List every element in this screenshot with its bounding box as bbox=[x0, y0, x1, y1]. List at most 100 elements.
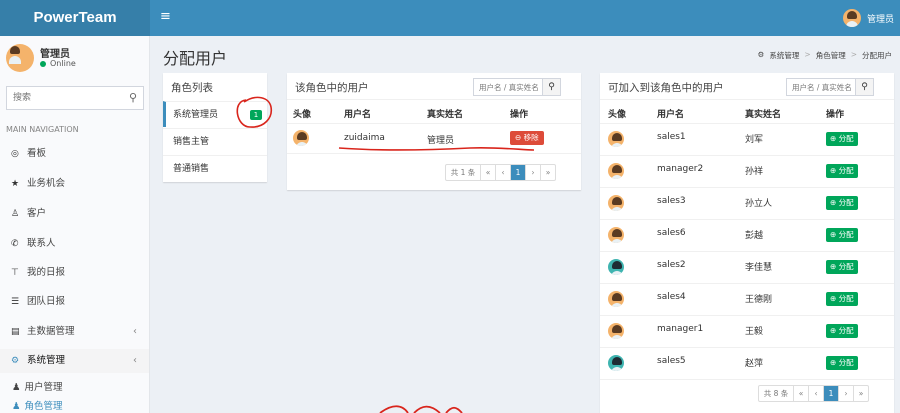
role-item[interactable]: 系统管理员 1 bbox=[163, 101, 267, 127]
list-icon: ☰ bbox=[11, 297, 20, 307]
sidebar-item[interactable]: ♙ 客户 bbox=[0, 202, 149, 226]
divider bbox=[287, 153, 581, 154]
assign-button[interactable]: ⊕ 分配 bbox=[826, 132, 858, 146]
sidebar-item[interactable]: ⚙ 系统管理 ‹ bbox=[0, 349, 149, 373]
username-cell: sales6 bbox=[657, 228, 686, 238]
column-header: 用户名 bbox=[657, 110, 685, 120]
assign-button[interactable]: ⊕ 分配 bbox=[826, 164, 858, 178]
pagination: 共 8 条 « ‹ 1 › » bbox=[758, 385, 869, 402]
remove-button[interactable]: ⊖ 移除 bbox=[510, 131, 544, 145]
last-page-button[interactable]: » bbox=[853, 386, 868, 401]
realname-cell: 管理员 bbox=[427, 136, 455, 146]
realname-cell: 李佳慧 bbox=[745, 263, 773, 273]
sidebar-item-label: 系统管理 bbox=[27, 355, 66, 366]
avatar bbox=[608, 259, 624, 275]
sidebar-item-label: 客户 bbox=[27, 208, 47, 219]
search-icon[interactable]: ⚲ bbox=[129, 91, 137, 104]
breadcrumb-item[interactable]: 角色管理 bbox=[816, 50, 846, 61]
column-header: 头像 bbox=[608, 110, 627, 120]
divider bbox=[600, 187, 894, 188]
sidebar-item[interactable]: ▤ 主数据管理 ‹ bbox=[0, 320, 149, 344]
sidebar-subitem[interactable]: ♟ 用户管理 bbox=[12, 380, 63, 396]
assign-button[interactable]: ⊕ 分配 bbox=[826, 196, 858, 210]
in-role-box: 该角色中的用户 ⚲ 头像 用户名 真实姓名 操作 zuidaima 管理员 ⊖ … bbox=[287, 73, 581, 190]
assign-button[interactable]: ⊕ 分配 bbox=[826, 324, 858, 338]
breadcrumb-separator: > bbox=[850, 50, 857, 59]
avatar bbox=[608, 355, 624, 371]
nav-header: MAIN NAVIGATION bbox=[6, 125, 79, 134]
users-icon: ♙ bbox=[11, 209, 20, 219]
divider bbox=[600, 347, 894, 348]
star-icon: ★ bbox=[11, 179, 20, 189]
search-icon[interactable]: ⚲ bbox=[542, 79, 560, 95]
divider bbox=[600, 251, 894, 252]
menu-toggle-icon[interactable]: ≡ bbox=[160, 9, 174, 25]
page-button[interactable]: 1 bbox=[823, 386, 838, 401]
sidebar-item[interactable]: ★ 业务机会 bbox=[0, 172, 149, 196]
assign-button[interactable]: ⊕ 分配 bbox=[826, 260, 858, 274]
divider bbox=[600, 379, 894, 380]
breadcrumb-item[interactable]: 系统管理 bbox=[769, 50, 799, 61]
avatar bbox=[6, 44, 34, 72]
cogs-icon: ⚙ bbox=[757, 50, 765, 59]
sidebar-subitem-label: 用户管理 bbox=[24, 382, 63, 393]
sidebar-search: ⚲ bbox=[6, 86, 144, 110]
last-page-button[interactable]: » bbox=[540, 165, 555, 180]
user-icon: ♟ bbox=[12, 382, 21, 393]
role-list-title: 角色列表 bbox=[171, 82, 213, 94]
sidebar-subitem[interactable]: ♟ 角色管理 bbox=[12, 399, 63, 413]
next-page-button[interactable]: › bbox=[525, 165, 540, 180]
first-page-button[interactable]: « bbox=[480, 165, 495, 180]
page-button[interactable]: 1 bbox=[510, 165, 525, 180]
divider bbox=[287, 123, 581, 124]
available-search-input[interactable] bbox=[787, 79, 855, 95]
realname-cell: 彭越 bbox=[745, 231, 764, 241]
sidebar-item-label: 联系人 bbox=[27, 238, 56, 249]
in-role-search: ⚲ bbox=[473, 78, 561, 96]
search-icon[interactable]: ⚲ bbox=[855, 79, 873, 95]
chevron-left-icon: ‹ bbox=[133, 355, 137, 366]
role-item[interactable]: 销售主管 bbox=[163, 128, 267, 154]
sidebar: 管理员 Online ⚲ MAIN NAVIGATION ◎ 看板 ★ 业务机会 ♙ 客户… bbox=[0, 36, 150, 413]
assign-button[interactable]: ⊕ 分配 bbox=[826, 292, 858, 306]
sidebar-search-input[interactable] bbox=[7, 87, 117, 109]
sidebar-item-label: 看板 bbox=[27, 148, 47, 159]
assign-button[interactable]: ⊕ 分配 bbox=[826, 356, 858, 370]
avatar bbox=[608, 163, 624, 179]
assign-button[interactable]: ⊕ 分配 bbox=[826, 228, 858, 242]
prev-page-button[interactable]: ‹ bbox=[808, 386, 823, 401]
divider bbox=[287, 99, 581, 100]
handwriting-annotation bbox=[379, 405, 463, 413]
avatar bbox=[608, 195, 624, 211]
database-icon: ▤ bbox=[11, 327, 20, 337]
role-list-box: 角色列表 系统管理员 1 销售主管 普通销售 bbox=[163, 73, 267, 182]
sidebar-user-name: 管理员 bbox=[40, 49, 70, 60]
sidebar-item[interactable]: ⊤ 我的日报 bbox=[0, 261, 149, 285]
in-role-search-input[interactable] bbox=[474, 79, 542, 95]
count-badge: 1 bbox=[250, 110, 262, 120]
pager-total: 共 1 条 bbox=[450, 168, 476, 177]
user-menu[interactable]: 管理员 bbox=[842, 8, 894, 28]
sidebar-item[interactable]: ◎ 看板 bbox=[0, 142, 149, 166]
username-cell: sales3 bbox=[657, 196, 686, 206]
divider bbox=[600, 219, 894, 220]
next-page-button[interactable]: › bbox=[838, 386, 853, 401]
realname-cell: 王毅 bbox=[745, 327, 764, 337]
available-title: 可加入到该角色中的用户 bbox=[608, 82, 724, 94]
realname-cell: 刘军 bbox=[745, 135, 764, 145]
divider bbox=[600, 315, 894, 316]
sidebar-item[interactable]: ☰ 团队日报 bbox=[0, 290, 149, 314]
first-page-button[interactable]: « bbox=[793, 386, 808, 401]
page-title: 分配用户 bbox=[163, 49, 228, 68]
cogs-icon: ⚙ bbox=[11, 356, 20, 366]
column-header: 操作 bbox=[826, 110, 845, 120]
app-logo[interactable]: PowerTeam bbox=[0, 0, 150, 36]
avatar bbox=[608, 131, 624, 147]
sidebar-item[interactable]: ✆ 联系人 bbox=[0, 232, 149, 256]
role-name: 普通销售 bbox=[173, 164, 210, 174]
prev-page-button[interactable]: ‹ bbox=[495, 165, 510, 180]
sidebar-item-label: 主数据管理 bbox=[27, 326, 75, 337]
role-item[interactable]: 普通销售 bbox=[163, 155, 267, 181]
sidebar-item-label: 业务机会 bbox=[27, 178, 66, 189]
divider bbox=[600, 283, 894, 284]
